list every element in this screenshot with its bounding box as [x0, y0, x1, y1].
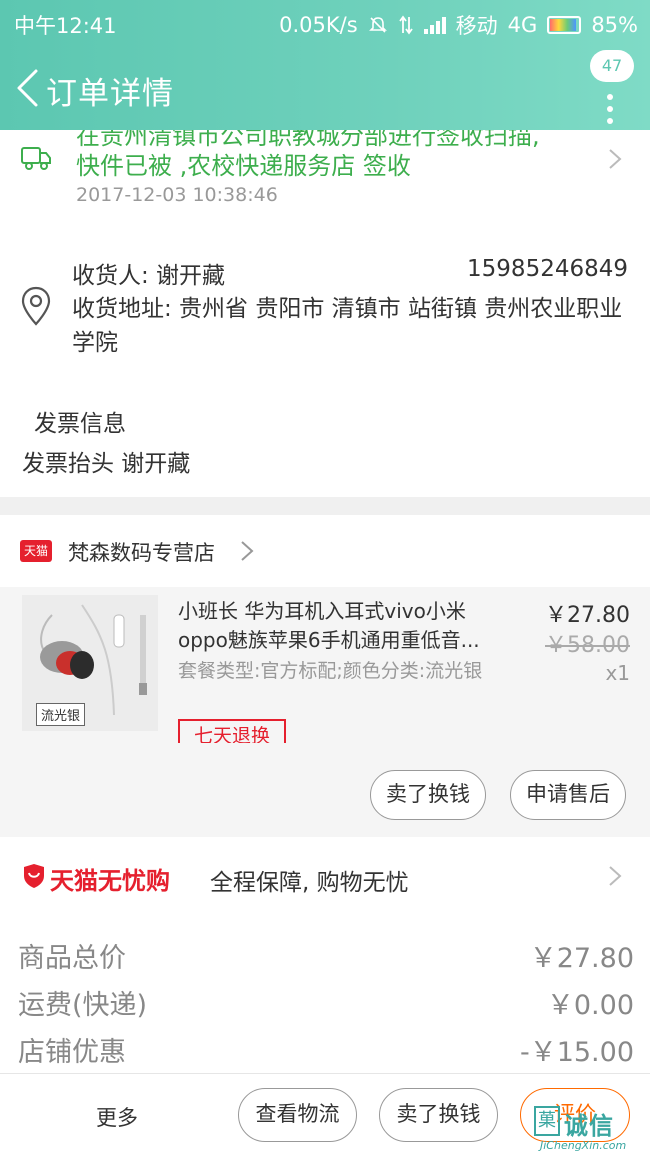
back-icon[interactable]: [14, 68, 40, 108]
summary-label: 商品总价: [18, 943, 126, 974]
product-price: ￥27.80: [545, 603, 630, 628]
truck-icon: [21, 147, 51, 170]
carrier: 移动: [455, 14, 498, 38]
order-item[interactable]: 流光银 小班长 华为耳机入耳式vivo小米 oppo魅族苹果6手机通用重低音..…: [0, 587, 650, 837]
summary-label: 运费(快递): [18, 990, 148, 1021]
more-button[interactable]: 更多: [96, 1102, 138, 1132]
guarantee-brand: 天猫无忧购: [50, 867, 170, 895]
summary-value: -￥15.00: [519, 1037, 634, 1068]
tmall-icon: 天猫: [20, 540, 52, 562]
receiver-name: 收货人: 谢开藏: [72, 263, 226, 289]
product-thumbnail[interactable]: 流光银: [22, 595, 158, 731]
network-type: 4G: [507, 13, 538, 37]
address-section: 收货人: 谢开藏 15985246849 收货地址: 贵州省 贵阳市 清镇市 站…: [0, 246, 650, 366]
summary-row-shipping: 运费(快递) ￥0.00: [0, 977, 650, 1023]
store-row[interactable]: 天猫 梵森数码专营店: [0, 515, 650, 587]
header: 订单详情 47: [0, 44, 650, 130]
guarantee-row[interactable]: 天猫无忧购 全程保障, 购物无忧: [0, 837, 650, 917]
summary-value: ￥0.00: [546, 990, 634, 1021]
resell-button[interactable]: 卖了换钱: [379, 1088, 498, 1142]
watermark-url: JiChengXin.com: [540, 1139, 627, 1152]
watermark: 菓 诚信 JiChengXin.com: [534, 1106, 646, 1152]
status-right: 0.05K/s 移动 4G 85%: [279, 10, 638, 40]
mute-icon: [368, 17, 387, 33]
price-summary: 商品总价 ￥27.80 运费(快递) ￥0.00 店铺优惠 -￥15.00: [0, 930, 650, 1075]
after-sale-button[interactable]: 申请售后: [510, 770, 626, 820]
summary-label: 店铺优惠: [18, 1037, 126, 1068]
location-pin-icon: [21, 286, 51, 326]
thumbnail-label: 流光银: [36, 703, 86, 726]
more-menu-icon[interactable]: [606, 94, 614, 124]
signal-icon: [423, 16, 446, 34]
status-bar: 中午12:41 0.05K/s 移动 4G 85%: [0, 0, 650, 44]
summary-value: ￥27.80: [529, 943, 634, 974]
battery-icon: [547, 16, 582, 34]
summary-row-subtotal: 商品总价 ￥27.80: [0, 930, 650, 976]
data-transfer-icon: [398, 15, 413, 35]
top-bar: 中午12:41 0.05K/s 移动 4G 85% 订单详情 47: [0, 0, 650, 130]
watermark-text: 诚信: [564, 1112, 614, 1140]
logistics-line-2: 快件已被 ,农校快递服务店 签收: [76, 152, 411, 180]
product-title-line-1: 小班长 华为耳机入耳式vivo小米: [178, 599, 466, 623]
resell-item-button[interactable]: 卖了换钱: [370, 770, 486, 820]
store-name: 梵森数码专营店: [68, 541, 215, 565]
shield-icon: [24, 864, 44, 888]
section-divider: [0, 497, 650, 515]
product-sku: 套餐类型:官方标配;颜色分类:流光银: [178, 660, 483, 682]
product-original-price: ￥58.00: [545, 633, 630, 658]
battery-percent: 85%: [591, 13, 638, 37]
invoice-section: 发票信息 发票抬头 谢开藏: [0, 400, 650, 490]
logistics-time: 2017-12-03 10:38:46: [76, 184, 278, 206]
chevron-right-icon: [609, 866, 622, 886]
product-quantity: x1: [605, 661, 630, 685]
watermark-logo: 菓: [534, 1106, 560, 1136]
guarantee-text: 全程保障, 购物无忧: [210, 870, 409, 896]
chevron-right-icon: [609, 149, 622, 169]
message-badge[interactable]: 47: [590, 50, 634, 82]
page-title: 订单详情: [46, 76, 174, 112]
invoice-header: 发票抬头 谢开藏: [22, 451, 191, 477]
summary-row-discount: 店铺优惠 -￥15.00: [0, 1024, 650, 1070]
net-speed: 0.05K/s: [279, 13, 358, 37]
product-title[interactable]: 小班长 华为耳机入耳式vivo小米 oppo魅族苹果6手机通用重低音...: [178, 597, 503, 655]
chevron-right-icon: [241, 541, 254, 561]
invoice-title: 发票信息: [34, 411, 126, 437]
receiver-address: 收货地址: 贵州省 贵阳市 清镇市 站街镇 贵州农业职业学院: [72, 296, 623, 356]
return-policy-tag: 七天退换: [178, 719, 286, 743]
product-title-line-2: oppo魅族苹果6手机通用重低音...: [178, 628, 480, 652]
status-time: 中午12:41: [14, 14, 117, 38]
receiver-phone: 15985246849: [467, 256, 628, 282]
view-logistics-button[interactable]: 查看物流: [238, 1088, 357, 1142]
